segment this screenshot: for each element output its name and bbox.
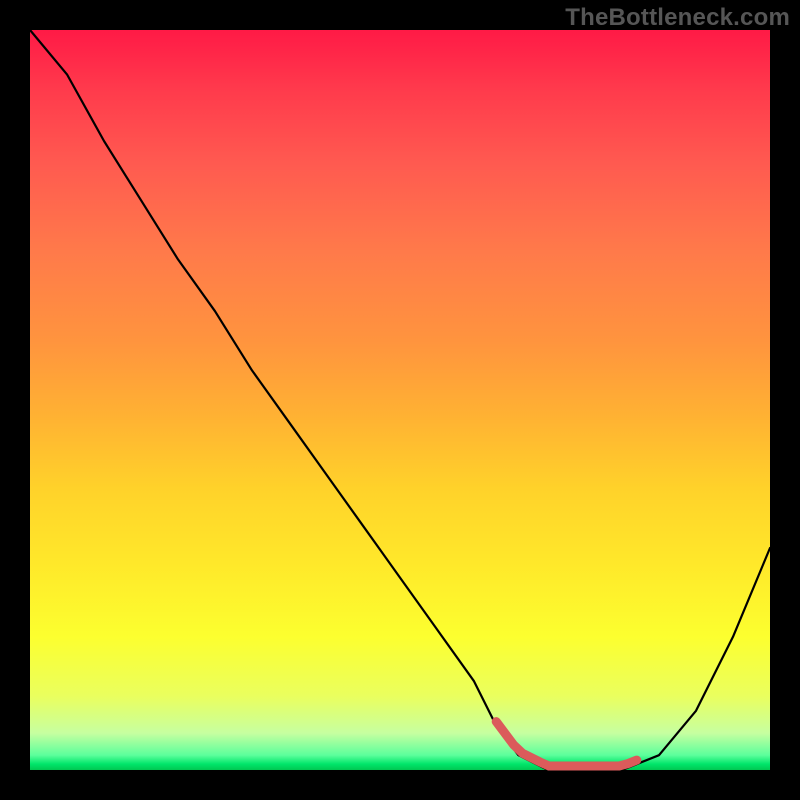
chart-container: TheBottleneck.com (0, 0, 800, 800)
curve-layer (30, 30, 770, 770)
attribution-label: TheBottleneck.com (565, 4, 790, 32)
optimal-range-marker (496, 722, 637, 766)
bottleneck-curve (30, 30, 770, 770)
